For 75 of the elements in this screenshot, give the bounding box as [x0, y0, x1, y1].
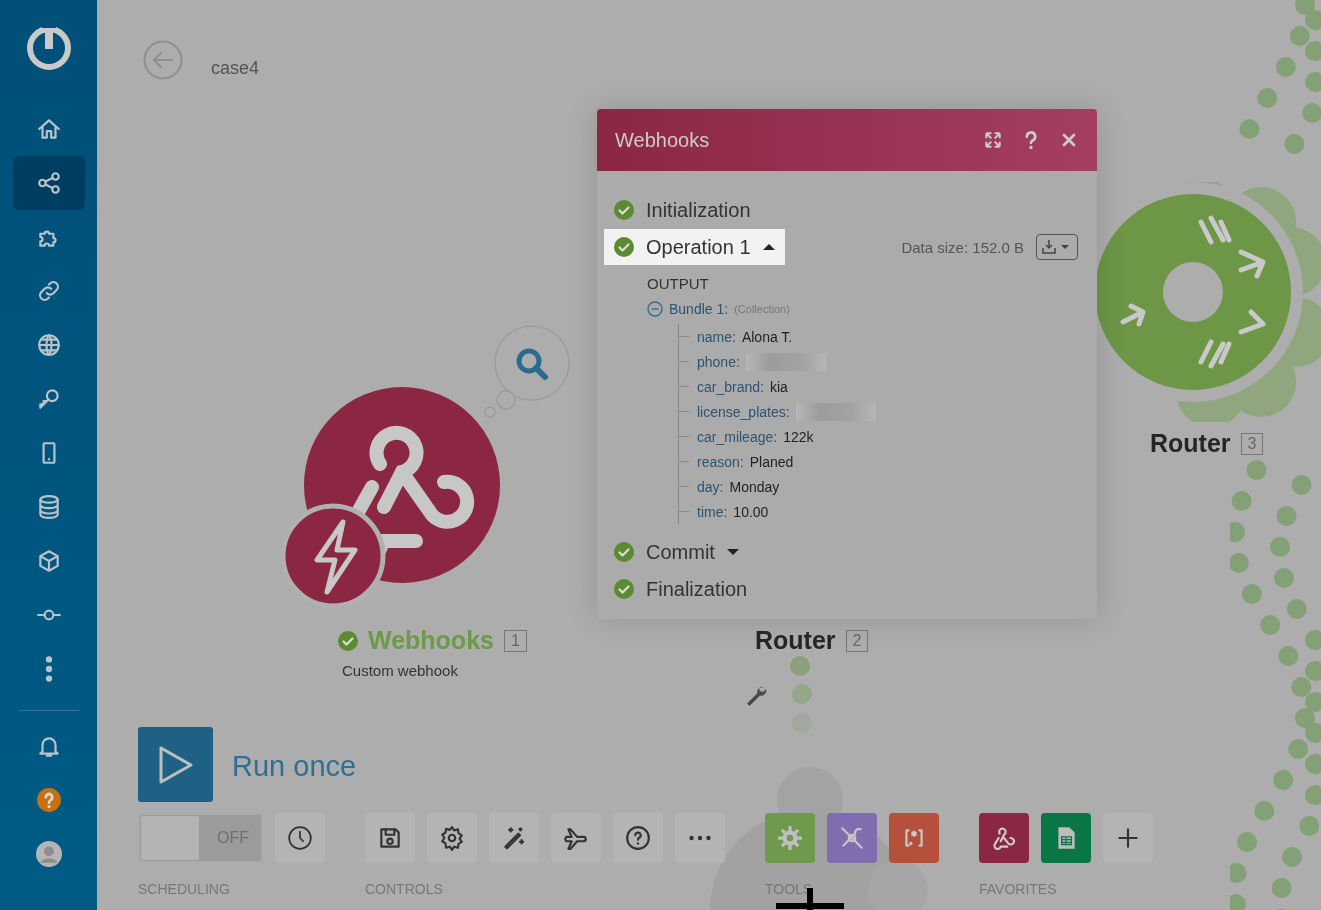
help-icon — [625, 825, 651, 851]
toolbar-button[interactable] — [551, 813, 601, 863]
help-icon[interactable] — [35, 787, 62, 813]
panel-title: Webhooks — [615, 128, 711, 152]
module-name: Router — [755, 626, 836, 655]
check-circle-icon — [614, 200, 634, 220]
expand-icon[interactable] — [983, 130, 1003, 150]
data-size: Data size: 152.0 B — [901, 238, 1024, 256]
airplane-icon — [563, 825, 589, 851]
step-item[interactable]: Commit — [604, 534, 749, 570]
toolbar-button[interactable] — [365, 813, 415, 863]
module-number: 1 — [503, 629, 527, 652]
caret-icon — [762, 243, 775, 251]
step-label: Operation 1 — [646, 235, 751, 259]
toolbar-button[interactable] — [427, 813, 477, 863]
module-name: Webhooks — [368, 626, 494, 655]
field-key: day: — [697, 478, 724, 495]
module-subtitle: Custom webhook — [342, 662, 458, 679]
toolbar-button[interactable] — [489, 813, 539, 863]
module-number: 2 — [845, 629, 869, 652]
globe-icon — [35, 332, 62, 358]
field-key: name: — [697, 328, 736, 345]
check-circle-icon — [614, 542, 634, 562]
output-label: OUTPUT — [646, 275, 710, 292]
webhook-icon — [991, 825, 1017, 851]
add-button[interactable] — [1103, 813, 1153, 863]
field-value: Monday — [729, 478, 780, 495]
run-button[interactable] — [138, 727, 213, 802]
logo-icon — [24, 22, 73, 70]
toolbar-button[interactable] — [613, 813, 663, 863]
bundle-label: Bundle 1: — [669, 301, 729, 317]
home-icon — [35, 116, 62, 142]
collapse-icon[interactable] — [647, 301, 663, 317]
tools-button[interactable] — [827, 813, 877, 863]
field-key: license_plates: — [697, 403, 790, 420]
sidebar-item[interactable] — [12, 156, 85, 210]
caret-icon — [726, 548, 739, 556]
schedule-button[interactable] — [275, 813, 325, 863]
check-circle-icon — [614, 237, 634, 257]
clock-icon — [287, 825, 313, 851]
share-icon — [35, 170, 62, 196]
check-circle-icon — [614, 579, 634, 599]
more-icon — [44, 656, 53, 682]
download-button[interactable] — [1036, 234, 1078, 260]
field-key: car_brand: — [697, 378, 764, 395]
field-key: reason: — [697, 453, 744, 470]
add-icon — [1115, 825, 1141, 851]
step-item[interactable]: Finalization — [604, 571, 758, 607]
field-value: 122k — [783, 428, 814, 445]
save-icon — [377, 825, 403, 851]
field-value: kia — [769, 378, 788, 395]
field-key: time: — [697, 503, 728, 520]
field-value: Alona T. — [741, 328, 793, 345]
step-item[interactable]: Operation 1 — [604, 229, 785, 265]
more-icon — [689, 835, 711, 841]
scenario-title: case4 — [211, 58, 260, 79]
magic-wand-icon — [501, 825, 527, 851]
step-label: Commit — [646, 540, 715, 564]
field-value: 10.00 — [733, 503, 769, 520]
check-circle-icon — [338, 630, 358, 651]
tools-button[interactable] — [889, 813, 939, 863]
avatar-icon[interactable] — [35, 841, 62, 867]
module-number: 3 — [1240, 432, 1264, 455]
gear-icon — [777, 825, 803, 851]
module-name: Router — [1150, 429, 1231, 458]
favorite-button[interactable] — [979, 813, 1029, 863]
step-item[interactable]: Initialization — [604, 192, 761, 228]
field-key: phone: — [697, 353, 740, 370]
run-once-label: Run once — [232, 750, 357, 783]
settings-icon — [439, 825, 465, 851]
step-label: Finalization — [646, 577, 748, 601]
field-key: car_mileage: — [697, 428, 778, 445]
field-value: Planed — [749, 453, 794, 470]
favorite-button[interactable] — [1041, 813, 1091, 863]
step-label: Initialization — [646, 198, 751, 222]
